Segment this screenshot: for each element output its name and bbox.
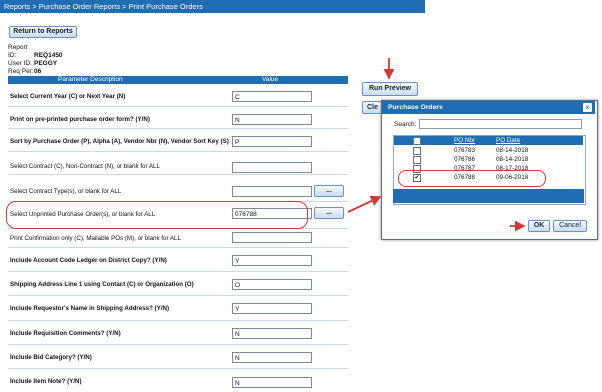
col-po-header: PO Nbr [454,137,475,144]
table-row: Select Contract Type(s), or blank for AL… [8,175,348,202]
col-date-header: PO Date [496,137,521,144]
list-item[interactable]: 076783 08-14-2018 [394,146,583,155]
select-all-checkbox[interactable] [413,137,421,145]
row-label: Print Confirmation only (C), Mailable PO… [10,235,181,242]
value-input[interactable]: N [232,352,312,363]
highlight-unprinted-po-row [6,201,308,229]
value-input[interactable]: Y [232,303,312,314]
value-input[interactable]: N [232,377,312,388]
po-number: 076783 [454,147,476,154]
table-row: Select Contract (C), Non-Contract (N), o… [8,152,348,175]
row-label: Sort by Purchase Order (P), Alpha (A), V… [10,138,229,145]
po-date: 08-14-2018 [496,147,529,154]
info-value: 06 [34,68,42,75]
row-label: Shipping Address Line 1 using Contact (C… [10,281,194,288]
clear-button[interactable]: Cle [362,101,382,114]
unprinted-po-lookup-button[interactable]: ... [314,207,344,219]
info-value: REQ1450 [34,52,63,59]
info-key: User ID: [8,60,32,67]
table-row: Select Current Year (C) or Next Year (N)… [8,85,348,107]
table-row: Sort by Purchase Order (P), Alpha (A), V… [8,129,348,152]
value-input[interactable] [232,232,312,243]
row-label: Include Account Code Ledger on District … [10,257,167,264]
row-label: Print on pre-printed purchase order form… [10,116,150,123]
dialog-title: Purchase Orders [382,101,595,114]
value-input[interactable] [232,162,312,173]
list-footer-bar [393,189,584,203]
row-label: Include Requisition Comments? (Y/N) [10,330,121,337]
table-row: Print Confirmation only (C), Mailable PO… [8,229,348,248]
ok-button[interactable]: OK [528,220,550,232]
run-preview-button[interactable]: Run Preview [362,82,418,96]
value-input[interactable]: N [232,114,312,125]
col-param-header: Parameter Description [58,76,123,83]
close-icon[interactable]: × [583,103,592,112]
contract-type-lookup-button[interactable]: ... [314,185,344,197]
report-info: Report ID: REQ1450 User ID: PEGGY Req Per:… [8,44,63,76]
table-row: Include Requisition Comments? (Y/N) N [8,321,348,345]
value-input[interactable] [232,186,312,197]
cancel-button[interactable]: Cancel [553,220,587,232]
table-row: Print on pre-printed purchase order form… [8,107,348,129]
value-input[interactable]: O [232,279,312,290]
po-number: 076786 [454,156,476,163]
row-label: Select Contract Type(s), or blank for AL… [10,188,122,195]
table-row: Include Account Code Ledger on District … [8,248,348,272]
info-value: PEGGY [34,60,58,67]
row-label: Select Current Year (C) or Next Year (N) [10,93,126,100]
purchase-orders-dialog: Purchase Orders × Search: PO Nbr PO Date… [381,100,598,240]
table-row: Include Item Note? (Y/N) N [8,369,348,392]
search-input[interactable] [419,119,582,129]
row-label: Include Bid Category? (Y/N) [10,354,92,361]
row-checkbox[interactable] [413,147,421,155]
po-list-header: PO Nbr PO Date [394,136,583,145]
list-item[interactable]: 076786 08-14-2018 [394,155,583,164]
row-checkbox[interactable] [413,156,421,164]
info-key: Report ID: [8,44,28,59]
highlight-selected-po [398,170,546,187]
table-row: Include Bid Category? (Y/N) N [8,345,348,369]
col-value-header: Value [262,76,279,83]
value-input[interactable]: N [232,328,312,339]
row-label: Include Item Note? (Y/N) [10,378,82,385]
info-key: Req Per: [8,68,34,75]
table-row: Shipping Address Line 1 using Contact (C… [8,272,348,296]
row-label: Select Contract (C), Non-Contract (N), o… [10,163,160,170]
table-header: Parameter Description Value [8,76,348,84]
search-label: Search: [394,121,417,128]
table-row: Include Requestor's Name in Shipping Add… [8,296,348,321]
breadcrumb: Reports > Purchase Order Reports > Print… [0,0,425,13]
return-to-reports-button[interactable]: Return to Reports [9,26,77,38]
value-input[interactable]: C [232,91,312,102]
value-input[interactable]: P [232,136,312,147]
po-date: 08-14-2018 [496,156,529,163]
value-input[interactable]: Y [232,255,312,266]
arrow-to-dialog [347,195,382,213]
row-label: Include Requestor's Name in Shipping Add… [10,305,170,312]
